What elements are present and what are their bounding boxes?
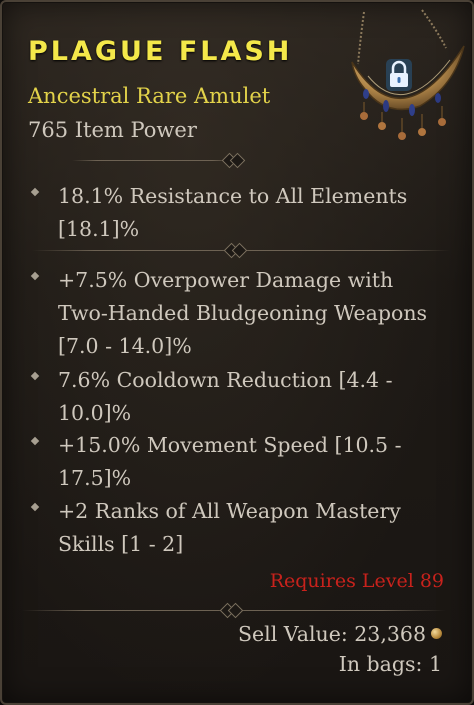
affix: +2 Ranks of All Weapon Mastery Skills [1… — [30, 495, 442, 561]
divider — [22, 602, 446, 619]
affix: 7.6% Cooldown Reduction [4.4 - 10.0]% — [30, 364, 442, 430]
implicit-affix: 18.1% Resistance to All Elements [18.1]% — [30, 180, 442, 246]
divider — [72, 152, 246, 169]
bullet-icon — [30, 502, 40, 512]
affix-text: 18.1% Resistance to All Elements [18.1]% — [58, 184, 408, 241]
affix-text: 7.6% Cooldown Reduction [4.4 - 10.0]% — [58, 368, 393, 425]
affix-text: +2 Ranks of All Weapon Mastery Skills [1… — [58, 499, 401, 556]
item-type: Ancestral Rare Amulet — [28, 84, 271, 108]
in-bags-count: In bags: 1 — [338, 652, 442, 676]
item-tooltip: PLAGUE FLASH Ancestral Rare Amulet 765 I… — [0, 0, 474, 705]
lock-icon[interactable] — [385, 58, 413, 92]
bullet-icon — [30, 271, 40, 281]
divider — [32, 242, 450, 259]
item-name: PLAGUE FLASH — [28, 36, 293, 67]
affix-text: +7.5% Overpower Damage with Two-Handed B… — [58, 268, 428, 358]
level-requirement: Requires Level 89 — [269, 570, 444, 592]
affix-text: +15.0% Movement Speed [10.5 - 17.5]% — [58, 433, 402, 490]
sell-value: Sell Value: 23,368 — [238, 622, 426, 646]
item-power: 765 Item Power — [28, 118, 197, 142]
bullet-icon — [30, 371, 40, 381]
bullet-icon — [30, 436, 40, 446]
gold-coin-icon — [431, 628, 442, 639]
bullet-icon — [30, 187, 40, 197]
affix: +7.5% Overpower Damage with Two-Handed B… — [30, 264, 442, 363]
affix: +15.0% Movement Speed [10.5 - 17.5]% — [30, 429, 442, 495]
